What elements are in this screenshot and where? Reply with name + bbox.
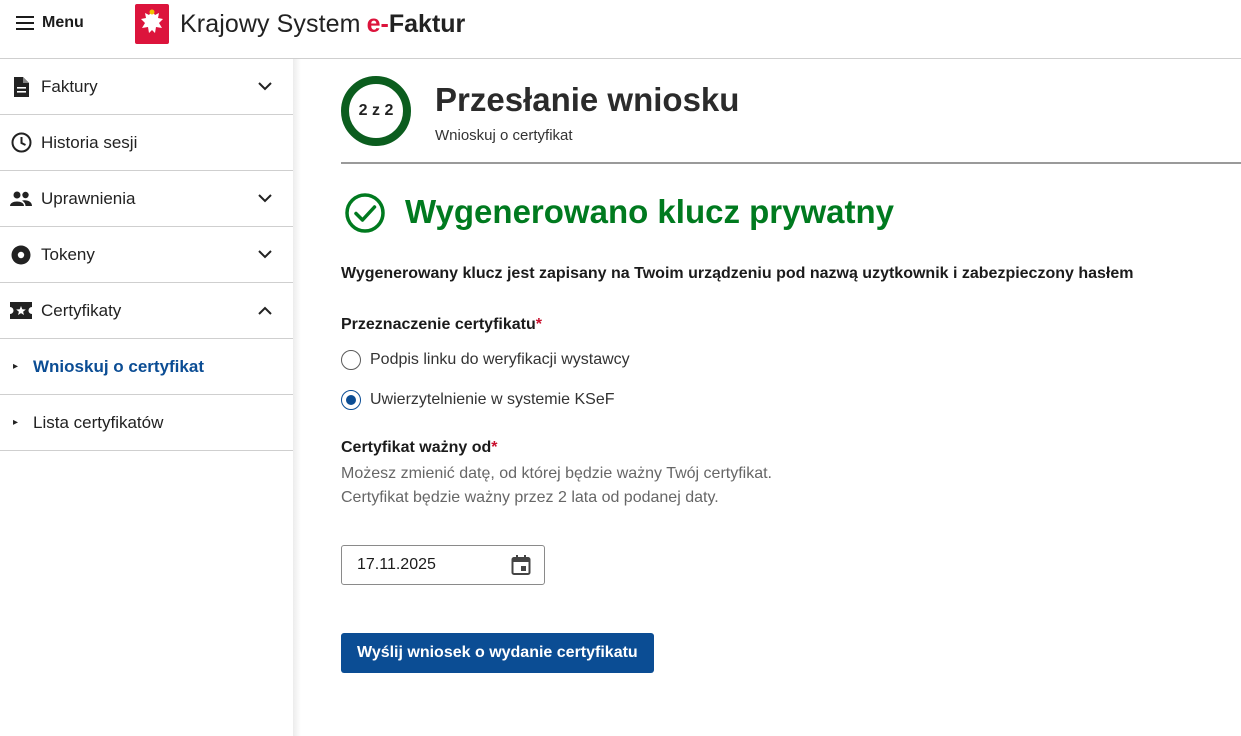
chevron-down-icon: [255, 77, 275, 97]
sidebar-item-historia-sesji[interactable]: Historia sesji: [0, 115, 293, 171]
certificate-icon: [10, 300, 32, 322]
radio-option-podpis[interactable]: Podpis linku do weryfikacji wystawcy: [341, 350, 630, 370]
people-icon: [10, 188, 32, 210]
valid-from-date-input[interactable]: 17.11.2025: [341, 545, 545, 585]
sidebar-item-label: Uprawnienia: [41, 188, 136, 208]
top-bar: Menu Krajowy System e- Faktur: [0, 0, 1241, 59]
sidebar-item-certyfikaty[interactable]: Certyfikaty: [0, 283, 293, 339]
sidebar-item-tokeny[interactable]: Tokeny: [0, 227, 293, 283]
purpose-label-text: Przeznaczenie certyfikatu: [341, 316, 536, 333]
step-indicator-label: 2 z 2: [358, 102, 394, 119]
chevron-down-icon: [255, 189, 275, 209]
radio-button-checked[interactable]: [341, 390, 361, 410]
purpose-label: Przeznaczenie certyfikatu*: [341, 316, 542, 334]
sidebar-item-label: Certyfikaty: [41, 300, 122, 320]
sidebar-subitem-label: Wnioskuj o certyfikat: [33, 356, 204, 376]
success-title: Wygenerowano klucz prywatny: [405, 193, 895, 230]
valid-from-label-text: Certyfikat ważny od: [341, 439, 492, 456]
sidebar: Faktury Historia sesji Uprawnienia Token…: [0, 59, 293, 736]
sidebar-item-label: Tokeny: [41, 244, 95, 264]
clock-icon: [10, 132, 32, 154]
divider: [341, 162, 1241, 164]
brand-prefix: Krajowy System: [180, 9, 361, 38]
sidebar-subitem-lista[interactable]: ▸ Lista certyfikatów: [0, 395, 293, 451]
sidebar-item-uprawnienia[interactable]: Uprawnienia: [0, 171, 293, 227]
sidebar-subitem-wnioskuj[interactable]: ▸ Wnioskuj o certyfikat: [0, 339, 293, 395]
chevron-down-icon: [255, 245, 275, 265]
brand[interactable]: Krajowy System e- Faktur: [135, 3, 465, 45]
menu-button[interactable]: Menu: [16, 12, 84, 34]
main-content: 2 z 2 Przesłanie wniosku Wnioskuj o cert…: [341, 59, 1241, 736]
sidebar-item-label: Historia sesji: [41, 132, 138, 152]
radio-option-uwierzytelnienie[interactable]: Uwierzytelnienie w systemie KSeF: [341, 390, 615, 410]
radio-dot: [346, 395, 356, 405]
bullet-triangle-icon: ▸: [13, 417, 19, 428]
date-value: 17.11.2025: [357, 556, 436, 573]
radio-button[interactable]: [341, 350, 361, 370]
required-mark: *: [535, 316, 542, 333]
document-icon: [10, 76, 32, 98]
radio-label: Uwierzytelnienie w systemie KSeF: [370, 391, 615, 408]
step-indicator: 2 z 2: [341, 76, 411, 146]
valid-from-hint: Możesz zmienić datę, od której będzie wa…: [341, 465, 772, 506]
success-message: Wygenerowany klucz jest zapisany na Twoi…: [341, 265, 1134, 282]
valid-from-label: Certyfikat ważny od*: [341, 439, 498, 457]
page-subtitle: Wnioskuj o certyfikat: [435, 127, 573, 144]
bullet-triangle-icon: ▸: [13, 361, 19, 372]
radio-label: Podpis linku do weryfikacji wystawcy: [370, 351, 630, 368]
calendar-icon[interactable]: [510, 554, 532, 576]
emblem-icon: [135, 4, 169, 44]
sidebar-shadow: [293, 59, 301, 736]
brand-e: e-: [366, 9, 389, 38]
required-mark: *: [491, 439, 498, 456]
token-icon: [10, 244, 32, 266]
sidebar-subitem-label: Lista certyfikatów: [33, 412, 164, 432]
chevron-up-icon: [255, 301, 275, 321]
sidebar-item-faktury[interactable]: Faktury: [0, 59, 293, 115]
submit-certificate-request-button[interactable]: Wyślij wniosek o wydanie certyfikatu: [341, 633, 654, 673]
brand-faktur: Faktur: [388, 9, 466, 38]
menu-label: Menu: [42, 14, 84, 31]
check-circle-icon: [344, 192, 386, 234]
page-title: Przesłanie wniosku: [435, 81, 740, 118]
sidebar-item-label: Faktury: [41, 76, 98, 96]
hamburger-icon: [16, 16, 34, 30]
